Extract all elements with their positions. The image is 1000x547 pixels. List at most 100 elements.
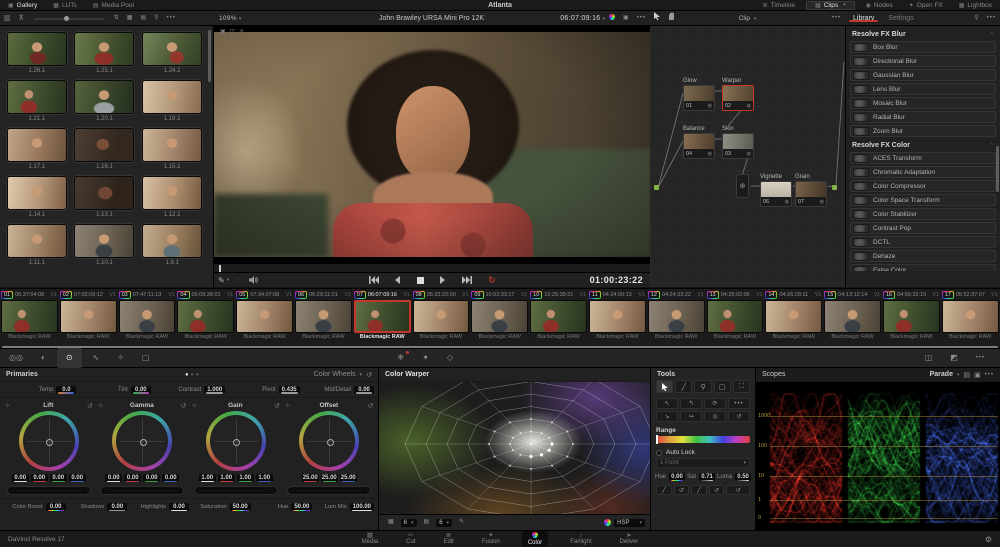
gallery-still[interactable]: 1.24.1 [141,32,203,77]
edit-luma-icon[interactable]: ╱ [691,485,707,495]
gallery-still[interactable]: 1.11.1 [6,224,68,269]
tab-library[interactable]: Library [845,15,882,22]
clip-thumbnail[interactable] [236,300,293,333]
still-thumbnail[interactable] [6,176,67,210]
effect-item[interactable]: DCTL [850,236,996,248]
more-modifiers-icon[interactable]: ••• [728,398,750,409]
timeline-clip[interactable]: 17 05:52:37:07 V1 Blackmagic RAW [941,289,1000,345]
master-wheel[interactable] [6,486,91,495]
node-vignette[interactable]: Vignette 06 ◍ [760,174,792,207]
still-thumbnail[interactable] [6,80,67,114]
still-thumbnail[interactable] [142,128,203,162]
value-box[interactable]: 50.00 [291,503,313,511]
still-thumbnail[interactable] [6,32,67,66]
master-wheel[interactable] [287,486,372,495]
wheel-reset-icon[interactable]: ↺ [274,402,280,410]
node-glow[interactable]: Glow 01 ◍ [683,78,715,111]
expand-tool[interactable]: ⛶ [732,380,751,393]
thumbnail-size-slider[interactable] [33,15,104,21]
still-thumbnail[interactable] [142,32,203,66]
effect-item[interactable]: Chromatic Adaptation [850,166,996,178]
shear-right-icon[interactable]: ↪ [680,411,702,422]
gallery-still[interactable]: 1.17.1 [6,128,68,173]
clip-thumbnail[interactable] [530,300,587,333]
image-wipe-icon[interactable]: ◫ [916,348,942,368]
value-box[interactable]: 0.00 [169,503,190,511]
wheel-value-box[interactable]: 1.00 [236,474,254,482]
still-thumbnail[interactable] [6,224,67,258]
effect-item[interactable]: Dehaze [850,250,996,262]
center-icon[interactable]: ◎ [704,411,726,422]
timeline-clip[interactable]: 15 04:13:12:14 V1 Blackmagic RAW [823,289,882,345]
gallery-options-icon[interactable]: ••• [163,11,180,26]
reset-primaries-icon[interactable]: ↺ [366,371,372,379]
gallery-still[interactable]: 1.16.1 [74,128,136,173]
warper-mesh-area[interactable] [379,382,650,514]
clip-thumbnail[interactable] [882,300,940,333]
search-icon[interactable]: ⚲ [970,11,982,26]
clip-thumbnail[interactable] [588,300,646,333]
wheel-value-box[interactable]: 0.00 [105,474,123,482]
page-fusion[interactable]: ✦ Fusion [476,531,506,547]
page-deliver[interactable]: ➤ Deliver [614,531,645,547]
wheel-value-box[interactable]: 0.00 [143,474,161,482]
hdr-wheels-icon[interactable]: ◐ [32,348,55,368]
effect-item[interactable]: Box Blur [850,41,996,53]
collapse-chevron-icon[interactable]: ⌃ [990,143,994,149]
wheel-value-box[interactable]: 0.00 [124,474,142,482]
annotate-tool-icon[interactable]: ✎ ▾ [214,276,233,285]
top-tab-luts[interactable]: ▦ LUTs [45,0,84,11]
tab-settings[interactable]: Settings [882,15,919,22]
auto-lock-knob[interactable] [656,449,662,456]
top-tab-media-pool[interactable]: ▤ Media Pool [85,0,142,11]
viewer-image[interactable]: ▣ ◫ ✛ [214,26,651,263]
effect-item[interactable]: Mosaic Blur [850,97,996,109]
clip-thumbnail[interactable] [824,300,881,333]
node-tree-output[interactable] [832,185,837,190]
clip-thumbnail[interactable] [177,300,235,333]
value-box[interactable]: 0.00 [45,503,66,511]
page-cut[interactable]: ✂ Cut [400,531,421,547]
palette-options-icon[interactable]: ••• [967,348,994,368]
still-thumbnail[interactable] [74,32,135,66]
curves-palette-icon[interactable]: ∿ [84,348,109,368]
gallery-still[interactable]: 1.25.1 [74,32,136,77]
wheel-value-box[interactable]: 25.00 [320,474,338,482]
wheel-value-box[interactable]: 0.00 [30,474,48,482]
top-tab-lightbox[interactable]: ▦ Lightbox [951,0,1000,11]
reset-all-icon[interactable]: ↺ [726,485,751,495]
wheel-value-box[interactable]: 0.00 [68,474,86,482]
value-box[interactable]: 0.00 [130,385,151,394]
effect-item[interactable]: Zoom Blur [850,125,996,137]
timeline-clip[interactable]: 16 04:56:32:15 V1 Blackmagic RAW [882,289,941,345]
timeline-clip[interactable]: 05 07:34:07:08 V1 Blackmagic RAW [235,289,294,345]
still-thumbnail[interactable] [142,224,203,258]
effect-item[interactable]: Lens Blur [850,83,996,95]
timeline-clip[interactable]: 10 10:25:39:21 V1 Blackmagic RAW [529,289,588,345]
step-back-icon[interactable] [391,276,405,284]
hue-grid-select[interactable]: 6 ▾ [400,518,417,527]
magic-mask-icon[interactable]: ✦ [413,348,438,368]
gallery-still[interactable]: 1.15.1 [141,128,203,173]
timeline-clip[interactable]: 01 06:37:04:08 V1 Blackmagic RAW [0,289,59,345]
draw-tool[interactable]: ╱ [675,380,693,393]
value-box[interactable]: 0.71 [699,473,716,481]
timeline-clip[interactable]: 11 04:24:00:13 V1 Blackmagic RAW [588,289,647,345]
top-tab-clips[interactable]: ▦ Clips ▾ [806,0,855,10]
still-thumbnail[interactable] [74,80,135,114]
still-thumbnail[interactable] [6,128,67,162]
draw-warp-icon[interactable]: ✎ [455,515,468,530]
search-icon[interactable]: ⚲ [150,11,162,26]
master-wheel[interactable] [100,486,185,495]
collapse-chevron-icon[interactable]: ⌃ [990,32,994,38]
wheel-value-box[interactable]: 1.00 [198,474,216,482]
viewer-clip-name[interactable]: John Brawley URSA Mini Pro 12K [213,15,650,22]
clip-thumbnail[interactable] [647,300,705,333]
wheel-value-box[interactable]: 1.00 [255,474,273,482]
playhead[interactable] [219,265,221,272]
value-box[interactable]: 0.50 [735,473,752,481]
value-box[interactable]: 50.00 [229,503,251,511]
master-wheel[interactable] [193,486,278,495]
wheel-value-box[interactable]: 0.00 [162,474,180,482]
value-box[interactable]: 100.00 [349,503,375,511]
